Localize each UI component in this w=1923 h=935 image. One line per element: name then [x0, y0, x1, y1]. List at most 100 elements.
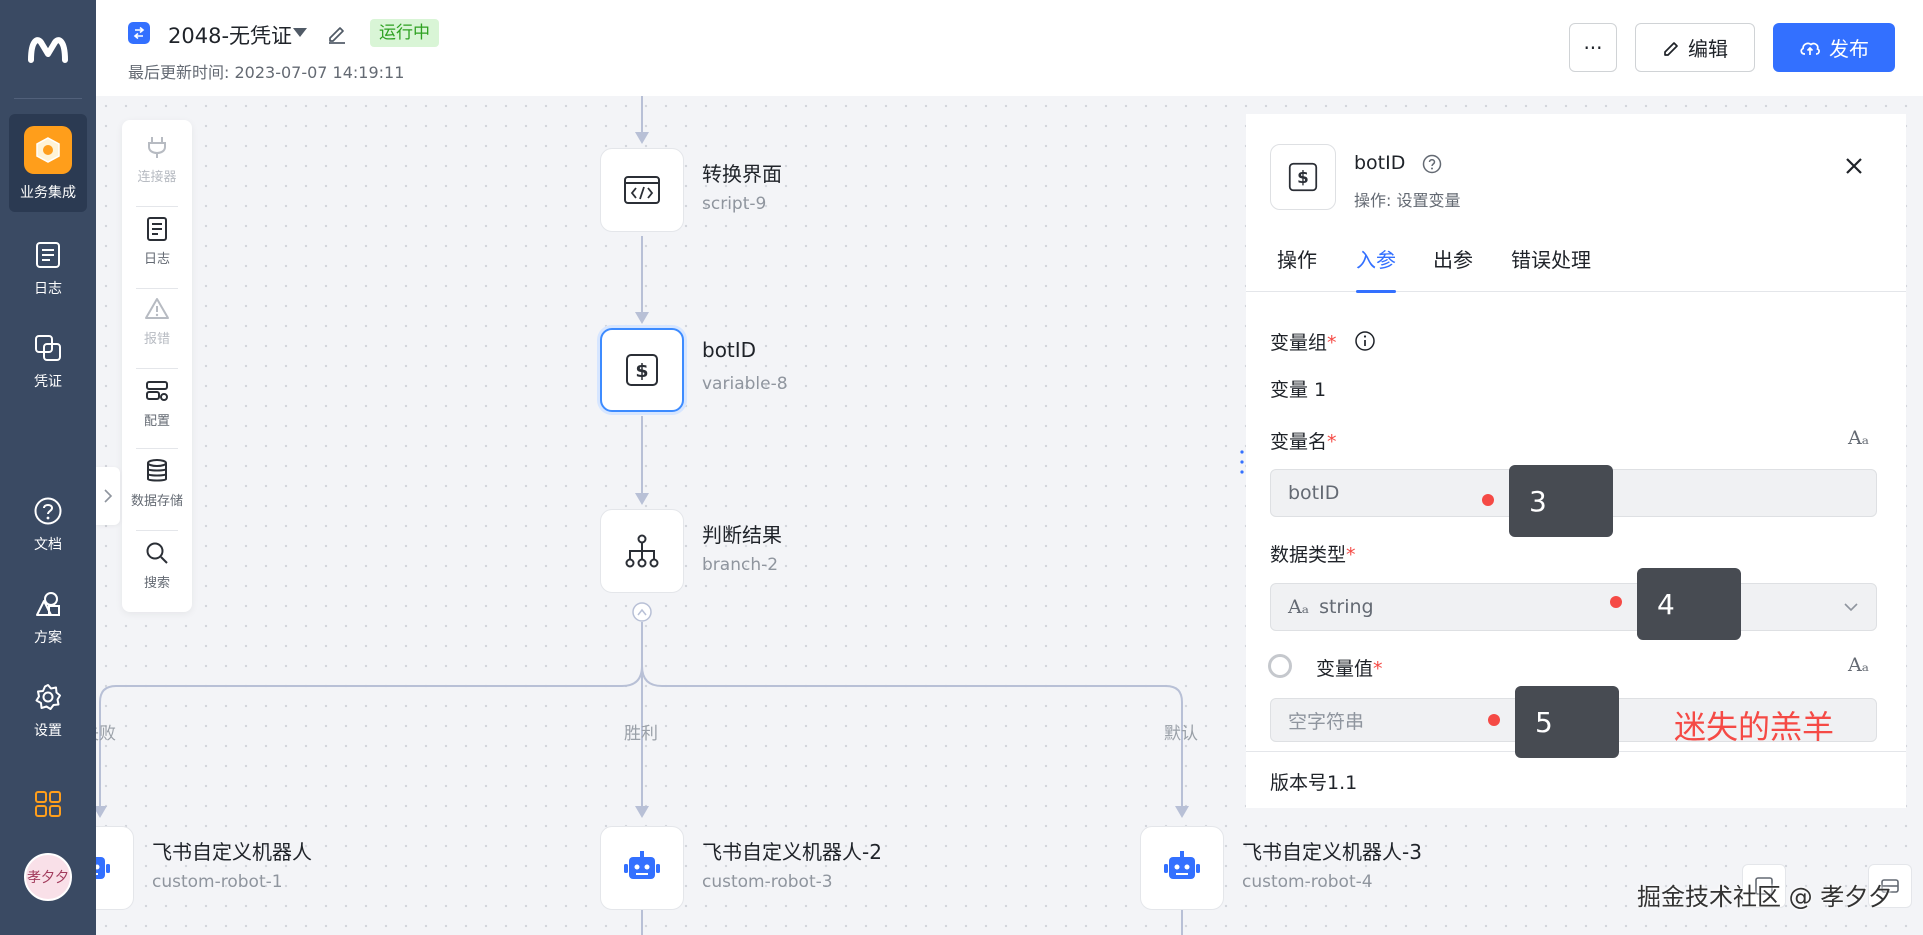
- node-title: 转换界面: [702, 162, 782, 186]
- select-value: string: [1319, 596, 1374, 618]
- tool-label: 日志: [143, 252, 170, 267]
- nav-item-log[interactable]: 日志: [9, 226, 87, 324]
- svg-text:$: $: [635, 360, 648, 382]
- branch-label-win: 胜利: [624, 724, 658, 744]
- variable-value-label: 变量值*: [1316, 654, 1383, 681]
- nav-item-solution[interactable]: 方案: [9, 575, 87, 673]
- avatar[interactable]: 孝夕夕: [24, 853, 72, 901]
- drag-handle-icon[interactable]: [1240, 449, 1244, 475]
- node-title: 飞书自定义机器人-3: [1242, 840, 1422, 864]
- tool-search[interactable]: 搜索: [122, 526, 192, 606]
- nav-label: 文档: [34, 537, 62, 553]
- tool-label: 连接器: [137, 170, 177, 185]
- chevron-down-icon[interactable]: [293, 28, 307, 37]
- pencil-icon: [1664, 41, 1678, 56]
- document-icon: [147, 217, 167, 241]
- callout-dot: [1488, 714, 1500, 726]
- variable-value-radio[interactable]: [1268, 654, 1292, 678]
- tab-operation[interactable]: 操作: [1277, 244, 1317, 292]
- node-card[interactable]: [600, 148, 684, 232]
- node-card[interactable]: [600, 509, 684, 593]
- node-id: variable-8: [702, 374, 788, 394]
- dollar-icon: $: [1288, 162, 1318, 192]
- config-icon: [146, 381, 168, 401]
- callout-dot: [1482, 494, 1494, 506]
- integration-icon: [24, 126, 72, 174]
- credential-icon: [33, 333, 63, 363]
- nav-label: 业务集成: [20, 185, 76, 201]
- variable-name-label: 变量名*: [1270, 427, 1337, 454]
- nav-item-docs[interactable]: 文档: [9, 482, 87, 580]
- node-card[interactable]: [600, 826, 684, 910]
- cloud-upload-icon: [1800, 42, 1820, 55]
- panel-tabs: 操作 入参 出参 错误处理: [1246, 244, 1906, 293]
- solution-icon: [33, 589, 63, 619]
- help-circle-icon[interactable]: [1421, 153, 1443, 175]
- plug-icon: [148, 137, 166, 158]
- watermark: 掘金技术社区 @ 孝夕夕: [1637, 883, 1893, 911]
- page-title: 2048-无凭证: [168, 24, 293, 48]
- tool-config[interactable]: 配置: [122, 364, 192, 444]
- app-logo-icon[interactable]: [28, 30, 68, 66]
- text-type-icon: Aₐ: [1848, 427, 1870, 449]
- variable-group-label: 变量组*: [1270, 328, 1337, 355]
- dollar-icon: $: [626, 354, 658, 386]
- tool-log[interactable]: 日志: [122, 202, 192, 282]
- node-id: branch-2: [702, 555, 779, 575]
- edit-label: 编辑: [1688, 37, 1728, 61]
- left-nav: 业务集成 日志 凭证 文档 方案 设置 孝夕夕: [0, 0, 96, 935]
- robot-icon: [96, 857, 110, 879]
- tab-error-handling[interactable]: 错误处理: [1511, 244, 1591, 292]
- node-id: script-9: [702, 194, 767, 214]
- publish-button[interactable]: 发布: [1773, 23, 1895, 72]
- tool-connector[interactable]: 连接器: [122, 120, 192, 200]
- tool-label: 搜索: [143, 576, 170, 591]
- version-text: 版本号1.1: [1270, 772, 1358, 794]
- close-icon[interactable]: [1840, 152, 1868, 180]
- robot-icon: [1164, 851, 1200, 879]
- data-type-select[interactable]: Aₐ string: [1270, 583, 1877, 631]
- node-title: 判断结果: [702, 523, 782, 547]
- node-id: custom-robot-3: [702, 872, 833, 892]
- edit-button[interactable]: 编辑: [1635, 23, 1755, 72]
- nav-item-integration[interactable]: 业务集成: [9, 114, 87, 212]
- code-icon: [624, 176, 660, 204]
- expand-sidebar-button[interactable]: [96, 467, 120, 525]
- more-label: ···: [1583, 35, 1603, 60]
- branch-icon: [625, 534, 659, 568]
- text-type-icon: Aₐ: [1288, 596, 1310, 618]
- node-card[interactable]: $: [600, 328, 684, 412]
- node-card[interactable]: [1140, 826, 1224, 910]
- callout-dot: [1610, 596, 1622, 608]
- annotation-text: 迷失的羔羊: [1674, 708, 1835, 746]
- label-text: 变量组: [1270, 332, 1328, 354]
- log-icon: [33, 240, 63, 270]
- more-button[interactable]: ···: [1569, 23, 1617, 72]
- node-id: custom-robot-1: [152, 872, 283, 892]
- info-icon[interactable]: [1354, 330, 1376, 352]
- panel-subtitle: 操作: 设置变量: [1354, 191, 1461, 210]
- field-placeholder: 空字符串: [1288, 710, 1365, 733]
- nav-label: 凭证: [34, 374, 62, 390]
- pencil-icon[interactable]: [326, 22, 348, 44]
- apps-grid-icon[interactable]: [34, 790, 62, 818]
- node-title: botID: [702, 338, 757, 362]
- nav-item-credential[interactable]: 凭证: [9, 319, 87, 417]
- database-icon: [147, 459, 167, 482]
- panel-title: botID: [1354, 152, 1406, 174]
- tab-output-params[interactable]: 出参: [1433, 244, 1473, 292]
- label-text: 变量名: [1270, 431, 1328, 453]
- header: 2048-无凭证 运行中 最后更新时间: 2023-07-07 14:19:11…: [96, 0, 1923, 96]
- panel-node-icon: $: [1270, 144, 1336, 210]
- node-card[interactable]: [96, 826, 134, 910]
- node-id: custom-robot-4: [1242, 872, 1373, 892]
- callout-4: 4: [1637, 568, 1741, 640]
- branch-label-default: 默认: [1164, 724, 1198, 744]
- tool-error[interactable]: 报错: [122, 282, 192, 362]
- tab-input-params[interactable]: 入参: [1356, 244, 1396, 293]
- label-text: 数据类型: [1270, 544, 1347, 566]
- node-title: 飞书自定义机器人: [152, 840, 312, 864]
- flow-icon: [128, 22, 150, 44]
- tool-data-storage[interactable]: 数据存储: [122, 444, 192, 524]
- nav-item-settings[interactable]: 设置: [9, 668, 87, 766]
